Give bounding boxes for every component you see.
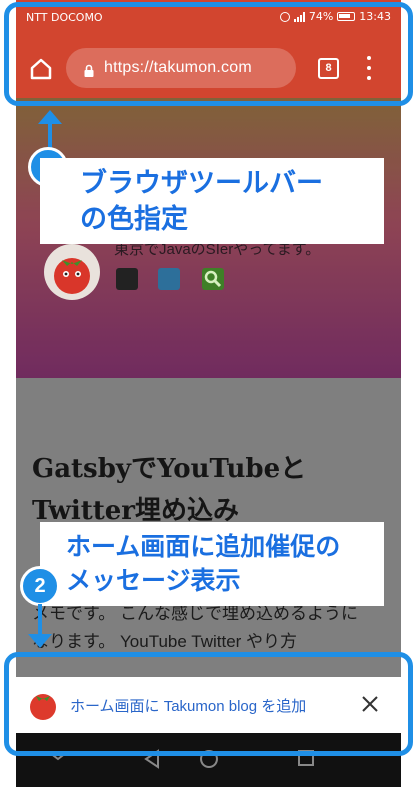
- callout-1-line: の色指定: [80, 204, 188, 235]
- github-icon[interactable]: [116, 268, 138, 290]
- arrow-down-icon: [28, 604, 52, 648]
- highlight-toolbar-box: [4, 2, 413, 106]
- tomato-icon: [54, 258, 90, 294]
- avatar: [44, 244, 100, 300]
- annotation-callout-1: ブラウザツールバー の色指定: [40, 158, 384, 244]
- article-excerpt: メモです。 こんな感じで埋め込めるように なります。 YouTube Twitt…: [32, 600, 388, 656]
- callout-1-line: ブラウザツールバー: [80, 168, 323, 199]
- annotation-callout-2: ホーム画面に追加催促の メッセージ表示: [40, 522, 384, 606]
- callout-2-line: ホーム画面に追加催促の: [66, 532, 341, 561]
- twitter-icon[interactable]: [158, 268, 180, 290]
- annotation-number-2: 2: [20, 566, 60, 606]
- search-icon[interactable]: [202, 268, 224, 290]
- article-title-line: GatsbyでYouTubeと: [32, 454, 307, 484]
- callout-2-line: メッセージ表示: [66, 566, 241, 595]
- article-title[interactable]: GatsbyでYouTubeと Twitter埋め込み: [32, 448, 392, 532]
- highlight-infobar-box: [4, 652, 413, 756]
